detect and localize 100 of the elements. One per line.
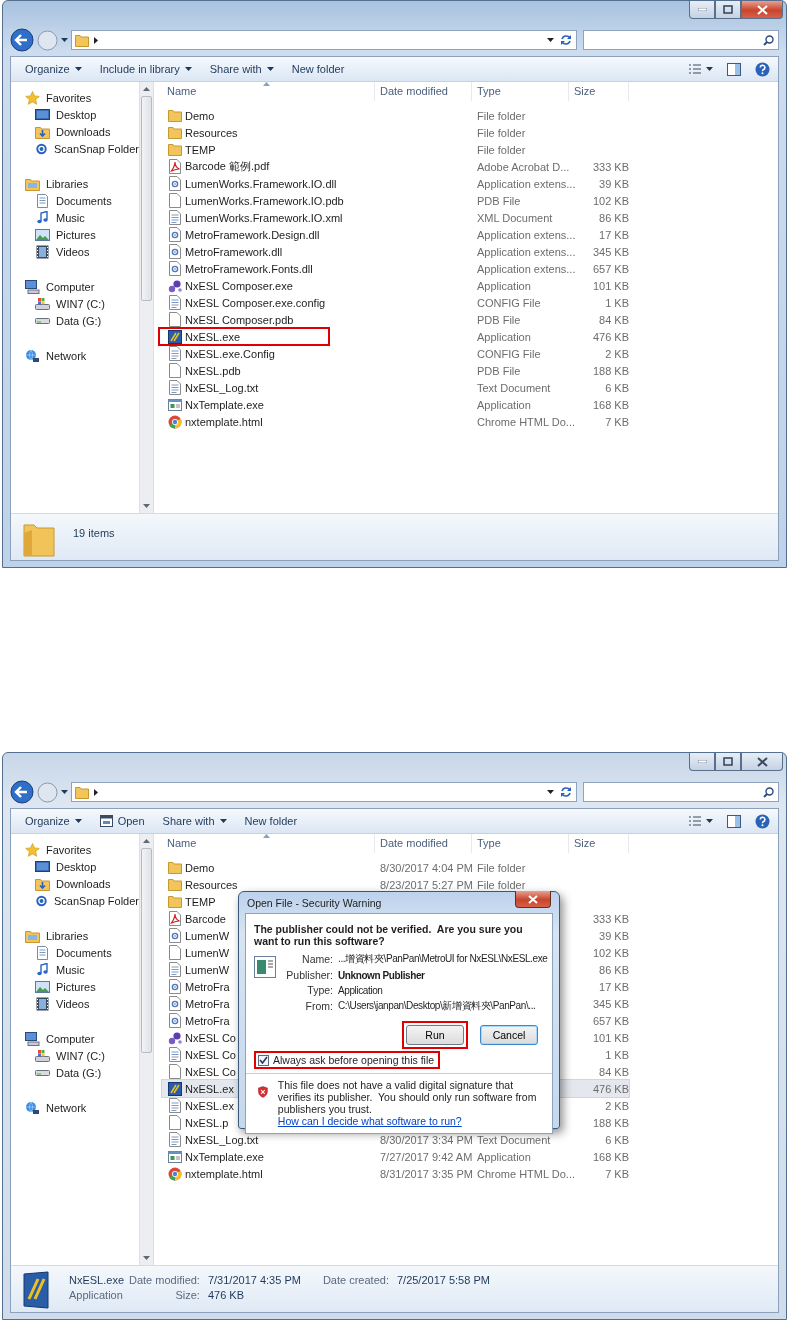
detail-value: 7/31/2017 4:35 PM xyxy=(207,1274,302,1286)
file-size-cell: 168 KB xyxy=(592,398,629,411)
file-type-cell: Application extens... xyxy=(477,245,576,258)
file-name: NxESL Composer.pdb xyxy=(185,313,294,326)
file-name: LumenWorks.Framework.IO.dll xyxy=(185,177,337,190)
file-type-cell: CONFIG File xyxy=(477,296,541,309)
file-size-cell: 7 KB xyxy=(605,415,629,428)
file-name: NxESL_Log.txt xyxy=(185,381,259,394)
date-modified-cell: 8/23/2017 5:27 PM xyxy=(380,878,473,891)
file-type-cell: File folder xyxy=(477,861,526,874)
file-type-cell: Text Document xyxy=(477,381,551,394)
file-name-text: NxESL.exe xyxy=(69,1274,125,1286)
file-name: NxESL.exe xyxy=(185,330,241,343)
file-type-cell: File folder xyxy=(477,126,526,139)
file-type-cell: Application extens... xyxy=(477,177,576,190)
detail-value: Application xyxy=(338,984,384,996)
file-type-cell: Application extens... xyxy=(477,228,576,241)
file-size-cell: 476 KB xyxy=(592,330,629,343)
file-size-cell: 84 KB xyxy=(599,313,629,326)
file-size-cell: 1 KB xyxy=(605,1048,629,1061)
file-name: MetroFra xyxy=(185,1014,230,1027)
detail-label: Date created: xyxy=(322,1274,390,1286)
file-name: LumenW xyxy=(185,929,230,942)
file-type-cell: File folder xyxy=(477,878,526,891)
date-modified-cell: 7/27/2017 9:42 AM xyxy=(380,1150,473,1163)
file-name: MetroFra xyxy=(185,980,230,993)
file-name: nxtemplate.html xyxy=(185,415,263,428)
detail-value: Unknown Publisher xyxy=(338,969,426,981)
file-name: NxTemplate.exe xyxy=(185,398,264,411)
file-size-cell: 657 KB xyxy=(592,262,629,275)
file-type-cell: Application xyxy=(477,1150,531,1163)
file-size-cell: 102 KB xyxy=(592,194,629,207)
dialog-heading: The publisher could not be verified. Are you sure you want to run this software? xyxy=(254,923,524,947)
file-type-cell: PDB File xyxy=(477,194,521,207)
file-name: TEMP xyxy=(185,895,216,908)
detail-value: 7/25/2017 5:58 PM xyxy=(396,1274,491,1286)
file-name: Barcode xyxy=(185,912,226,925)
file-name: NxTemplate.exe xyxy=(185,1150,264,1163)
detail-label: Publisher: xyxy=(285,969,333,981)
file-name: nxtemplate.html xyxy=(185,1167,263,1180)
file-type-cell: PDB File xyxy=(477,313,521,326)
file-size-cell: 86 KB xyxy=(599,963,629,976)
file-name: NxESL Composer.exe.config xyxy=(185,296,326,309)
file-name: MetroFramework.Design.dll xyxy=(185,228,320,241)
file-size-cell: 84 KB xyxy=(599,1065,629,1078)
dialog-title: Open File - Security Warning xyxy=(247,896,382,909)
file-size-cell: 476 KB xyxy=(592,1082,629,1095)
file-size-cell: 39 KB xyxy=(599,929,629,942)
file-size-cell: 17 KB xyxy=(599,228,629,241)
file-type-cell: Application xyxy=(477,398,531,411)
file-size-cell: 345 KB xyxy=(592,997,629,1010)
file-size-cell: 6 KB xyxy=(605,381,629,394)
file-size-cell: 657 KB xyxy=(592,1014,629,1027)
file-size-cell: 333 KB xyxy=(592,160,629,173)
file-name: NxESL.pdb xyxy=(185,364,241,377)
detail-label: From: xyxy=(304,1000,333,1012)
item-count: 19 items xyxy=(73,527,115,539)
file-type-cell: Application extens... xyxy=(477,262,576,275)
file-type-text: Application xyxy=(69,1289,124,1301)
file-size-cell: 168 KB xyxy=(592,1150,629,1163)
date-modified-cell: 8/30/2017 4:04 PM xyxy=(380,861,473,874)
file-type-cell: File folder xyxy=(477,143,526,156)
file-name: Demo xyxy=(185,861,215,874)
file-size-cell: 101 KB xyxy=(592,1031,629,1044)
file-type-cell: XML Document xyxy=(477,211,553,224)
file-size-cell: 101 KB xyxy=(592,279,629,292)
detail-label: Type: xyxy=(306,984,333,996)
detail-value: ...增資料夾\PanPan\MetroUI for NxESL\NxESL.exe xyxy=(338,952,548,966)
file-type-cell: Chrome HTML Do... xyxy=(477,415,575,428)
file-name: LumenW xyxy=(185,963,230,976)
detail-value: C:\Users\janpan\Desktop\新增資料夾\PanPan\... xyxy=(338,999,537,1013)
file-type-cell: Text Document xyxy=(477,1133,551,1146)
detail-label: Date modified: xyxy=(129,1274,201,1286)
file-name: NxESL.exe.Config xyxy=(185,347,275,360)
file-size-cell: 17 KB xyxy=(599,980,629,993)
date-modified-cell: 8/31/2017 3:35 PM xyxy=(380,1167,473,1180)
file-name: NxESL.ex xyxy=(185,1099,234,1112)
file-type-cell: Application xyxy=(477,279,531,292)
detail-value: 476 KB xyxy=(207,1289,246,1301)
file-name: LumenWorks.Framework.IO.xml xyxy=(185,211,343,224)
file-type-cell: CONFIG File xyxy=(477,347,541,360)
file-name: NxESL Co xyxy=(185,1031,236,1044)
file-size-cell: 6 KB xyxy=(605,1133,629,1146)
detail-label: Size: xyxy=(174,1289,201,1301)
file-name: Demo xyxy=(185,109,215,122)
file-name: Barcode 範例.pdf xyxy=(185,159,270,174)
file-name: NxESL_Log.txt xyxy=(185,1133,259,1146)
detail-label: Name: xyxy=(301,953,333,965)
file-type-cell: Chrome HTML Do... xyxy=(477,1167,575,1180)
file-name: MetroFramework.dll xyxy=(185,245,283,258)
file-type-cell: Application xyxy=(477,330,531,343)
file-size-cell: 7 KB xyxy=(605,1167,629,1180)
file-name: NxESL Composer.exe xyxy=(185,279,293,292)
file-name: NxESL Co xyxy=(185,1048,236,1061)
date-modified-cell: 8/30/2017 3:34 PM xyxy=(380,1133,473,1146)
file-name: MetroFramework.Fonts.dll xyxy=(185,262,313,275)
file-type-cell: Adobe Acrobat D... xyxy=(477,160,570,173)
file-size-cell: 2 KB xyxy=(605,347,629,360)
file-name: NxESL.p xyxy=(185,1116,229,1129)
file-name: Resources xyxy=(185,126,238,139)
